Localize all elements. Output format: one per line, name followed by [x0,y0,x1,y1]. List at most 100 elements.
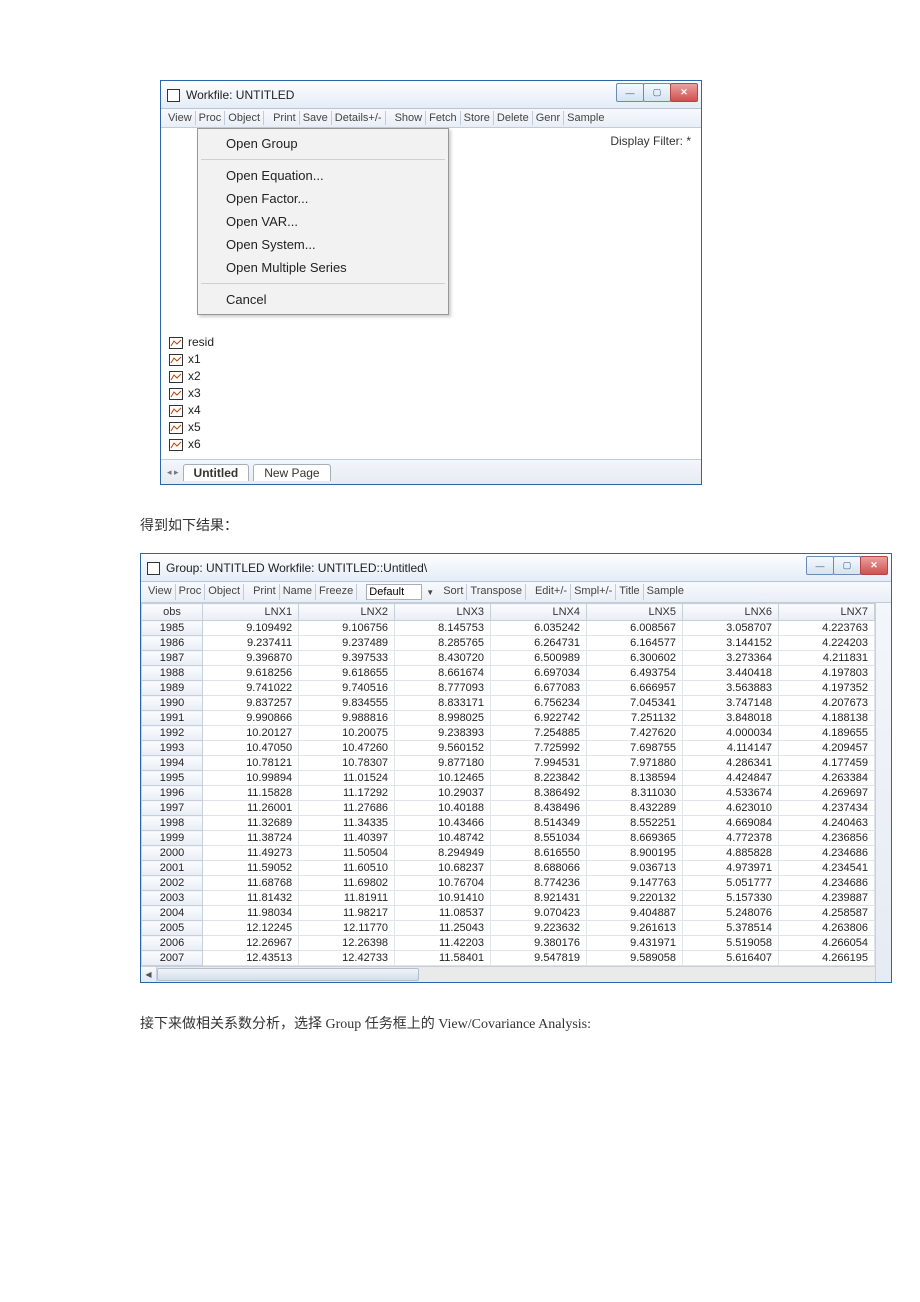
cell-value[interactable]: 11.08537 [395,906,491,921]
cell-value[interactable]: 4.237434 [779,801,875,816]
cell-obs[interactable]: 2006 [142,936,203,951]
cell-obs[interactable]: 1999 [142,831,203,846]
cell-value[interactable]: 11.15828 [203,786,299,801]
cell-value[interactable]: 9.397533 [299,651,395,666]
cell-value[interactable]: 11.34335 [299,816,395,831]
cell-value[interactable]: 4.239887 [779,891,875,906]
col-header[interactable]: LNX4 [491,604,587,621]
table-row[interactable]: 200411.9803411.9821711.085379.0704239.40… [142,906,875,921]
cell-value[interactable]: 9.990866 [203,711,299,726]
cell-value[interactable]: 9.618256 [203,666,299,681]
tb-freeze[interactable]: Freeze [316,584,357,600]
table-row[interactable]: 199210.2012710.200759.2383937.2548857.42… [142,726,875,741]
table-row[interactable]: 200512.1224512.1177011.250439.2236329.26… [142,921,875,936]
col-header[interactable]: LNX3 [395,604,491,621]
tb-name[interactable]: Name [280,584,316,600]
tb-save[interactable]: Save [300,111,332,125]
cell-value[interactable]: 8.688066 [491,861,587,876]
cell-value[interactable]: 3.144152 [683,636,779,651]
cell-obs[interactable]: 1987 [142,651,203,666]
cell-value[interactable]: 4.234686 [779,876,875,891]
cell-value[interactable]: 9.396870 [203,651,299,666]
series-item[interactable]: x3 [169,385,693,402]
tb-genr[interactable]: Genr [533,111,564,125]
cell-value[interactable]: 4.266195 [779,951,875,966]
series-item[interactable]: x4 [169,402,693,419]
ctx-open-multiple[interactable]: Open Multiple Series [198,256,448,279]
cell-obs[interactable]: 1996 [142,786,203,801]
tb-proc[interactable]: Proc [196,111,226,125]
tab-untitled[interactable]: Untitled [183,464,250,481]
cell-value[interactable]: 12.12245 [203,921,299,936]
cell-value[interactable]: 8.661674 [395,666,491,681]
cell-value[interactable]: 7.994531 [491,756,587,771]
cell-value[interactable]: 10.78307 [299,756,395,771]
cell-obs[interactable]: 1994 [142,756,203,771]
cell-value[interactable]: 5.378514 [683,921,779,936]
cell-value[interactable]: 10.40188 [395,801,491,816]
col-header[interactable]: LNX6 [683,604,779,621]
table-row[interactable]: 19909.8372579.8345558.8331716.7562347.04… [142,696,875,711]
cell-value[interactable]: 8.552251 [587,816,683,831]
cell-value[interactable]: 9.237489 [299,636,395,651]
cell-value[interactable]: 6.008567 [587,621,683,636]
table-row[interactable]: 199510.9989411.0152410.124658.2238428.13… [142,771,875,786]
cell-value[interactable]: 8.138594 [587,771,683,786]
cell-value[interactable]: 9.261613 [587,921,683,936]
cell-value[interactable]: 4.189655 [779,726,875,741]
cell-value[interactable]: 10.47050 [203,741,299,756]
cell-value[interactable]: 4.973971 [683,861,779,876]
cell-value[interactable]: 3.747148 [683,696,779,711]
cell-obs[interactable]: 1989 [142,681,203,696]
col-obs[interactable]: obs [142,604,203,621]
cell-obs[interactable]: 1992 [142,726,203,741]
cell-value[interactable]: 11.98217 [299,906,395,921]
cell-value[interactable]: 9.834555 [299,696,395,711]
cell-value[interactable]: 11.42203 [395,936,491,951]
cell-value[interactable]: 8.921431 [491,891,587,906]
table-row[interactable]: 199711.2600111.2768610.401888.4384968.43… [142,801,875,816]
table-row[interactable]: 200211.6876811.6980210.767048.7742369.14… [142,876,875,891]
ctx-cancel[interactable]: Cancel [198,288,448,311]
cell-obs[interactable]: 1986 [142,636,203,651]
table-row[interactable]: 19869.2374119.2374898.2857656.2647316.16… [142,636,875,651]
cell-obs[interactable]: 2002 [142,876,203,891]
cell-value[interactable]: 12.43513 [203,951,299,966]
cell-value[interactable]: 4.236856 [779,831,875,846]
horizontal-scrollbar[interactable]: ◀ ▶ [141,966,891,982]
close-button[interactable]: ✕ [670,83,698,102]
cell-obs[interactable]: 1997 [142,801,203,816]
cell-value[interactable]: 6.493754 [587,666,683,681]
cell-value[interactable]: 11.25043 [395,921,491,936]
cell-value[interactable]: 4.177459 [779,756,875,771]
cell-value[interactable]: 6.164577 [587,636,683,651]
cell-obs[interactable]: 2004 [142,906,203,921]
cell-value[interactable]: 9.589058 [587,951,683,966]
table-row[interactable]: 199911.3872411.4039710.487428.5510348.66… [142,831,875,846]
ctx-open-system[interactable]: Open System... [198,233,448,256]
cell-value[interactable]: 7.971880 [587,756,683,771]
cell-value[interactable]: 6.264731 [491,636,587,651]
cell-value[interactable]: 8.223842 [491,771,587,786]
cell-value[interactable]: 9.988816 [299,711,395,726]
tb-view[interactable]: View [145,584,176,600]
cell-value[interactable]: 9.109492 [203,621,299,636]
cell-value[interactable]: 10.68237 [395,861,491,876]
cell-value[interactable]: 4.234541 [779,861,875,876]
table-row[interactable]: 200311.8143211.8191110.914108.9214319.22… [142,891,875,906]
cell-obs[interactable]: 2003 [142,891,203,906]
cell-obs[interactable]: 2001 [142,861,203,876]
maximize-button[interactable]: ▢ [643,83,671,102]
cell-value[interactable]: 8.833171 [395,696,491,711]
cell-value[interactable]: 8.294949 [395,846,491,861]
cell-value[interactable]: 11.98034 [203,906,299,921]
close-button[interactable]: ✕ [860,556,888,575]
tb-transpose[interactable]: Transpose [467,584,526,600]
cell-value[interactable]: 10.48742 [395,831,491,846]
cell-value[interactable]: 5.248076 [683,906,779,921]
cell-value[interactable]: 10.29037 [395,786,491,801]
cell-value[interactable]: 10.20127 [203,726,299,741]
cell-value[interactable]: 8.386492 [491,786,587,801]
cell-value[interactable]: 5.616407 [683,951,779,966]
title-bar[interactable]: Workfile: UNTITLED — ▢ ✕ [161,81,701,109]
